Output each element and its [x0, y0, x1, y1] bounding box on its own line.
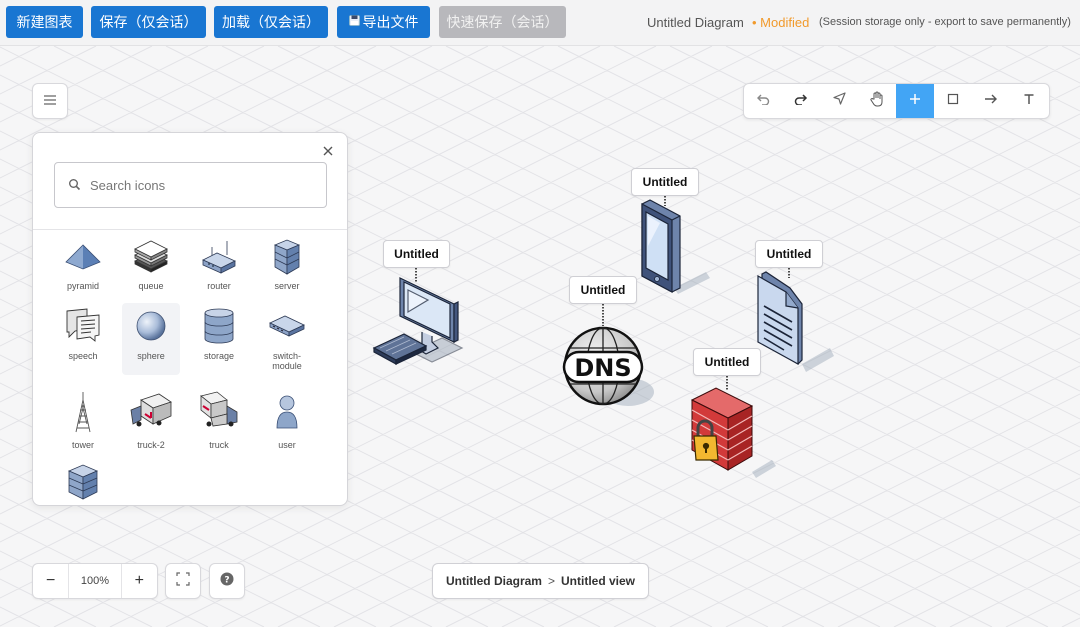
icon-option-queue[interactable]: queue — [122, 235, 180, 307]
icon-option-storage[interactable]: storage — [190, 303, 248, 375]
node-label-dns[interactable]: Untitled — [569, 276, 637, 304]
icon-option-sphere[interactable]: sphere — [122, 303, 180, 375]
icon-option-label: storage — [203, 351, 235, 361]
mobile-phone-icon[interactable] — [630, 196, 720, 306]
document-icon[interactable] — [750, 268, 840, 373]
icon-option-pyramid[interactable]: pyramid — [54, 235, 112, 307]
close-panel-button[interactable] — [321, 144, 335, 158]
text-tool[interactable] — [1010, 84, 1048, 118]
user-icon — [276, 395, 298, 429]
server-icon — [273, 239, 301, 275]
redo-button[interactable] — [782, 84, 820, 118]
icon-option-unnamed[interactable] — [54, 458, 112, 505]
icon-option-label: router — [207, 281, 231, 291]
export-file-button[interactable]: 导出文件 — [337, 6, 430, 38]
cube-server-icon — [67, 464, 99, 500]
connector-tool[interactable] — [972, 84, 1010, 118]
icon-option-user[interactable]: user — [258, 386, 316, 458]
icon-option-label: truck — [209, 440, 229, 450]
modified-indicator: • Modified — [752, 15, 810, 30]
icon-option-truck[interactable]: truck — [190, 386, 248, 458]
plus-icon — [909, 92, 921, 110]
icon-search-box — [54, 162, 327, 208]
hand-icon — [870, 91, 884, 112]
select-tool[interactable] — [820, 84, 858, 118]
save-session-button[interactable]: 保存（仅会话） — [91, 6, 206, 38]
square-icon — [947, 92, 959, 110]
node-label-computer[interactable]: Untitled — [383, 240, 450, 268]
icon-option-label: tower — [71, 440, 94, 450]
document-title: Untitled Diagram — [647, 15, 744, 30]
queue-icon — [134, 240, 168, 273]
new-diagram-button[interactable]: 新建图表 — [6, 6, 83, 38]
icon-option-server[interactable]: server — [258, 235, 316, 307]
icon-option-label: speech — [68, 351, 98, 361]
icon-option-label: sphere — [137, 351, 165, 361]
speech-icon — [66, 308, 100, 342]
node-label-phone[interactable]: Untitled — [631, 168, 699, 196]
load-session-button[interactable]: 加载（仅会话） — [214, 6, 328, 38]
node-label-firewall[interactable]: Untitled — [693, 348, 761, 376]
icon-option-truck-2[interactable]: truck-2 — [122, 386, 180, 458]
icon-option-router[interactable]: router — [190, 235, 248, 307]
help-button[interactable]: ? — [209, 563, 245, 599]
add-tool[interactable] — [896, 84, 934, 118]
breadcrumb-view[interactable]: Untitled view — [561, 574, 635, 588]
pointer-icon — [832, 92, 846, 110]
tower-icon — [75, 392, 91, 433]
icon-search-input[interactable] — [90, 177, 310, 193]
icon-option-label: queue — [138, 281, 164, 291]
svg-text:?: ? — [224, 575, 229, 585]
icon-option-label: user — [278, 440, 296, 450]
top-toolbar: 新建图表 保存（仅会话） 加载（仅会话） 导出文件 快速保存（会话） Untit… — [0, 0, 1080, 46]
redo-icon — [794, 92, 808, 110]
dns-text: DNS — [574, 354, 631, 382]
dns-globe-icon[interactable]: DNS — [556, 304, 666, 414]
sphere-icon — [136, 311, 166, 341]
session-storage-note: (Session storage only - export to save p… — [819, 16, 1071, 28]
zoom-level: 100% — [68, 564, 122, 598]
truck-icon — [200, 391, 238, 427]
help-icon: ? — [220, 572, 234, 591]
undo-button[interactable] — [744, 84, 782, 118]
zoom-in-button[interactable]: + — [122, 564, 157, 598]
search-icon — [68, 178, 82, 192]
rectangle-tool[interactable] — [934, 84, 972, 118]
text-icon — [1023, 92, 1035, 110]
pan-tool[interactable] — [858, 84, 896, 118]
quick-save-button[interactable]: 快速保存（会话） — [439, 6, 566, 38]
zoom-out-button[interactable]: − — [33, 564, 68, 598]
desktop-computer-icon[interactable] — [370, 268, 470, 378]
zoom-control: − 100% + — [32, 563, 158, 599]
icon-picker-panel: pyramid queue router server speech spher… — [32, 132, 348, 506]
panel-divider — [33, 229, 347, 230]
icon-option-switch-module[interactable]: switch-module — [258, 303, 316, 375]
switch-module-icon — [269, 315, 305, 337]
arrow-right-icon — [984, 92, 998, 110]
pyramid-icon — [65, 244, 101, 270]
icon-option-tower[interactable]: tower — [54, 386, 112, 458]
router-icon — [202, 241, 236, 274]
fit-to-screen-button[interactable] — [165, 563, 201, 599]
truck-2-icon — [130, 393, 172, 427]
icon-option-label: pyramid — [66, 281, 99, 291]
icon-option-speech[interactable]: speech — [54, 303, 112, 375]
export-file-label: 导出文件 — [362, 15, 419, 31]
storage-icon — [204, 308, 234, 344]
breadcrumb-separator: > — [547, 574, 555, 588]
icon-option-label: truck-2 — [137, 440, 165, 450]
icon-option-label: server — [274, 281, 300, 291]
hamburger-icon — [43, 92, 57, 110]
firewall-lock-icon[interactable] — [686, 376, 786, 486]
tools-bar — [743, 83, 1050, 119]
save-icon — [348, 15, 360, 29]
undo-icon — [756, 92, 770, 110]
breadcrumb-diagram[interactable]: Untitled Diagram — [446, 574, 542, 588]
icon-option-label: switch-module — [272, 351, 302, 371]
fit-screen-icon — [176, 571, 190, 591]
menu-button[interactable] — [32, 83, 68, 119]
node-label-document[interactable]: Untitled — [755, 240, 823, 268]
breadcrumb: Untitled Diagram > Untitled view — [432, 563, 649, 599]
close-icon — [321, 145, 335, 162]
